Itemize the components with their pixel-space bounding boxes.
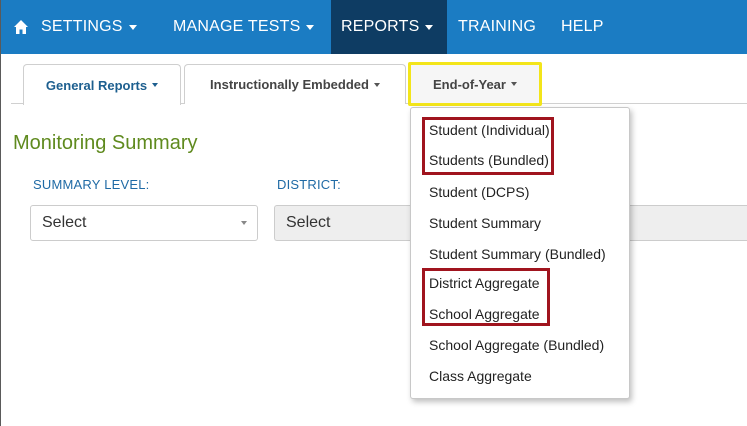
menu-item-students-bundled[interactable]: Students (Bundled) [429,150,549,170]
tab-end-of-year[interactable]: End-of-Year [408,62,542,106]
nav-training[interactable]: TRAINING [458,0,536,54]
tab-general-reports[interactable]: General Reports [23,64,181,105]
nav-help[interactable]: HELP [561,0,604,54]
end-of-year-dropdown-menu: Student (Individual) Students (Bundled) … [410,107,630,399]
menu-item-student-individual[interactable]: Student (Individual) [429,120,550,140]
nav-reports-label: REPORTS [341,18,420,35]
nav-reports[interactable]: REPORTS [331,0,447,54]
top-navbar: SETTINGS MANAGE TESTS REPORTS TRAINING H… [1,0,747,54]
chevron-down-icon [306,24,315,30]
nav-help-label: HELP [561,18,604,35]
menu-item-class-aggregate[interactable]: Class Aggregate [429,366,532,386]
nav-settings[interactable]: SETTINGS [41,0,137,54]
nav-manage-tests-label: MANAGE TESTS [173,18,301,35]
nav-training-label: TRAINING [458,18,537,35]
menu-item-student-dcps[interactable]: Student (DCPS) [429,182,529,202]
district-label: DISTRICT: [277,177,341,192]
menu-item-district-aggregate[interactable]: District Aggregate [429,273,540,293]
nav-settings-label: SETTINGS [41,18,123,35]
nav-manage-tests[interactable]: MANAGE TESTS [173,0,315,54]
chevron-down-icon [425,24,434,30]
menu-item-school-aggregate-bundled[interactable]: School Aggregate (Bundled) [429,335,604,355]
app-frame: SETTINGS MANAGE TESTS REPORTS TRAINING H… [0,0,747,426]
tab-instructionally-embedded[interactable]: Instructionally Embedded [184,64,406,104]
chevron-down-icon [152,83,159,87]
chevron-down-icon [128,24,137,30]
page-title: Monitoring Summary [13,132,198,154]
menu-item-school-aggregate[interactable]: School Aggregate [429,304,540,324]
home-icon[interactable] [13,19,29,35]
summary-level-value: Select [42,214,87,231]
tab-instructionally-embedded-label: Instructionally Embedded [210,77,369,92]
chevron-down-icon [510,82,517,86]
district-value: Select [286,214,331,231]
summary-level-label: SUMMARY LEVEL: [33,177,150,192]
menu-item-student-summary-bundled[interactable]: Student Summary (Bundled) [429,244,606,264]
chevron-down-icon [373,82,380,87]
menu-item-student-summary[interactable]: Student Summary [429,213,541,233]
tab-end-of-year-label: End-of-Year [433,76,506,92]
tab-general-reports-label: General Reports [45,77,148,93]
summary-level-select[interactable]: Select [30,205,258,241]
chevron-down-icon [241,221,247,225]
